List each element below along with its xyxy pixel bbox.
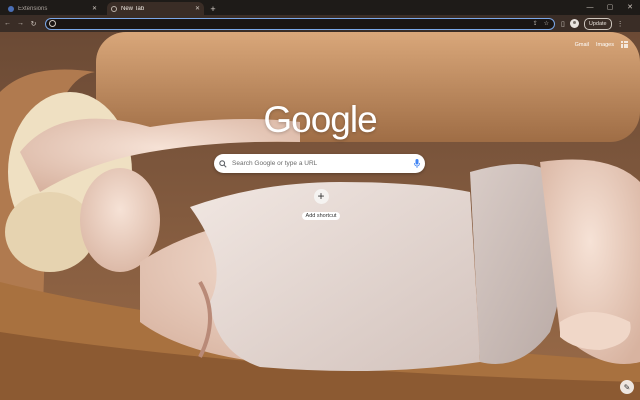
tab-new-tab[interactable]: New Tab ✕ [107, 2, 204, 15]
tab-extensions[interactable]: Extensions ✕ [4, 2, 101, 15]
toolbar: ← → ↻ ⇪ ☆ ▯ Update ⋮ [0, 15, 640, 32]
address-bar[interactable]: ⇪ ☆ [45, 17, 555, 30]
google-logo: Google [263, 99, 377, 140]
new-tab-plus-button[interactable]: + [208, 4, 218, 14]
tab-strip: Extensions ✕ New Tab ✕ + — ▢ ✕ [0, 0, 640, 15]
pencil-icon: ✎ [623, 382, 631, 392]
close-tab-icon[interactable]: ✕ [195, 5, 200, 12]
forward-button[interactable]: → [15, 20, 26, 27]
customize-button[interactable]: ✎ [620, 380, 634, 394]
window-controls: — ▢ ✕ [580, 0, 640, 15]
new-tab-page: Gmail Images Google + Add shortcut ✎ [0, 32, 640, 400]
mic-icon[interactable] [409, 159, 425, 168]
sidebar-icon[interactable]: ▯ [561, 20, 565, 28]
tab-label: Extensions [18, 5, 48, 12]
maximize-button[interactable]: ▢ [600, 0, 620, 15]
back-button[interactable]: ← [2, 20, 13, 27]
address-input[interactable] [56, 18, 533, 29]
browser-window: Extensions ✕ New Tab ✕ + — ▢ ✕ ← → ↻ ⇪ ☆… [0, 0, 640, 400]
reload-button[interactable]: ↻ [28, 20, 39, 28]
close-tab-icon[interactable]: ✕ [92, 5, 97, 12]
star-icon[interactable]: ☆ [544, 20, 549, 27]
google-g-icon [49, 20, 56, 27]
share-icon[interactable]: ⇪ [533, 20, 538, 27]
add-shortcut-plus-icon[interactable]: + [313, 189, 329, 204]
top-right-links: Gmail Images [575, 41, 628, 48]
images-link[interactable]: Images [596, 42, 614, 48]
minimize-button[interactable]: — [580, 0, 600, 15]
gmail-link[interactable]: Gmail [575, 42, 589, 48]
add-shortcut[interactable]: + Add shortcut [300, 189, 342, 222]
search-icon [214, 159, 232, 168]
apps-grid-icon[interactable] [621, 41, 628, 48]
update-button[interactable]: Update [583, 17, 612, 30]
search-input[interactable] [232, 160, 409, 167]
add-shortcut-label: Add shortcut [301, 212, 341, 220]
menu-icon[interactable]: ⋮ [617, 20, 624, 28]
tab-label: New Tab [121, 5, 145, 12]
close-window-button[interactable]: ✕ [620, 0, 640, 15]
profile-avatar-icon[interactable] [569, 19, 579, 28]
extensions-puzzle-icon [8, 5, 14, 12]
new-tab-icon [111, 5, 117, 12]
search-box[interactable] [214, 154, 425, 173]
